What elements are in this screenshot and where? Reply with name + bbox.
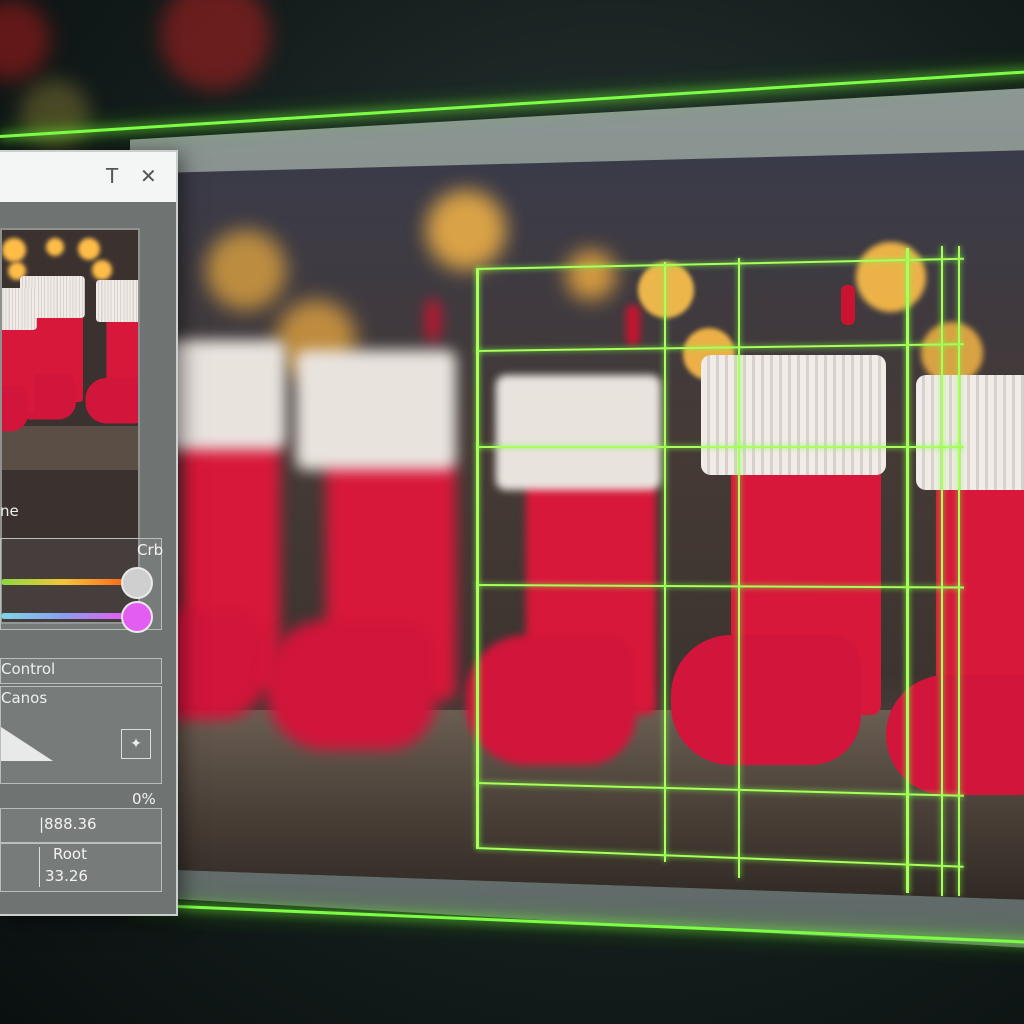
bokeh-light: [92, 260, 112, 280]
add-icon[interactable]: ✦: [121, 729, 151, 759]
gradient-shape: [1, 727, 53, 761]
slider-track-bottom[interactable]: [1, 613, 125, 619]
bokeh-light: [426, 190, 506, 270]
canvas-label: Canos: [1, 689, 48, 707]
image-canvas[interactable]: [176, 150, 1024, 900]
bokeh-light: [206, 230, 286, 310]
control-label: Control: [1, 660, 56, 678]
section-label: ne: [0, 502, 19, 520]
grid-line-vertical: [906, 248, 909, 893]
field-divider: [39, 847, 40, 887]
grid-line-vertical: [738, 258, 740, 878]
percent-readout: 0%: [132, 790, 156, 808]
bokeh-light: [160, 0, 270, 90]
bokeh-light: [638, 262, 694, 318]
coordinate-field[interactable]: |888.36: [0, 808, 162, 844]
close-icon[interactable]: ✕: [140, 164, 157, 188]
grid-line-vertical: [664, 262, 666, 862]
coordinate-value: |888.36: [39, 815, 97, 833]
bokeh-light: [20, 80, 90, 150]
slider-knob-bottom[interactable]: [121, 601, 153, 633]
canvas-section: Canos ✦: [0, 686, 162, 784]
slider-knob-top[interactable]: [121, 567, 153, 599]
tool-panel: T ✕ ne Crb Control Canos ✦ 0% |888.36 Ro…: [0, 150, 178, 916]
desktop-background: T ✕ ne Crb Control Canos ✦ 0% |888.36 Ro…: [0, 0, 1024, 1024]
bokeh-light: [566, 250, 616, 300]
grid-line-vertical: [476, 268, 479, 848]
grid-line-vertical: [958, 246, 960, 896]
root-label: Root: [53, 845, 87, 863]
crop-label: Crb: [137, 541, 164, 559]
bokeh-light: [856, 242, 926, 312]
root-value: 33.26: [45, 867, 88, 885]
bokeh-light: [0, 0, 50, 80]
preview-shelf: [2, 426, 138, 470]
root-field[interactable]: Root 33.26: [0, 842, 162, 892]
slider-track-top[interactable]: [1, 579, 125, 585]
control-field[interactable]: Control: [0, 658, 162, 684]
bokeh-light: [2, 238, 26, 262]
slider-group: Crb: [0, 538, 164, 633]
bokeh-light: [46, 238, 64, 256]
text-tool-button[interactable]: T: [106, 164, 118, 188]
grid-line-horizontal: [476, 446, 964, 448]
panel-titlebar: T ✕: [0, 152, 176, 202]
grid-line-vertical: [941, 246, 943, 896]
bokeh-light: [78, 238, 100, 260]
